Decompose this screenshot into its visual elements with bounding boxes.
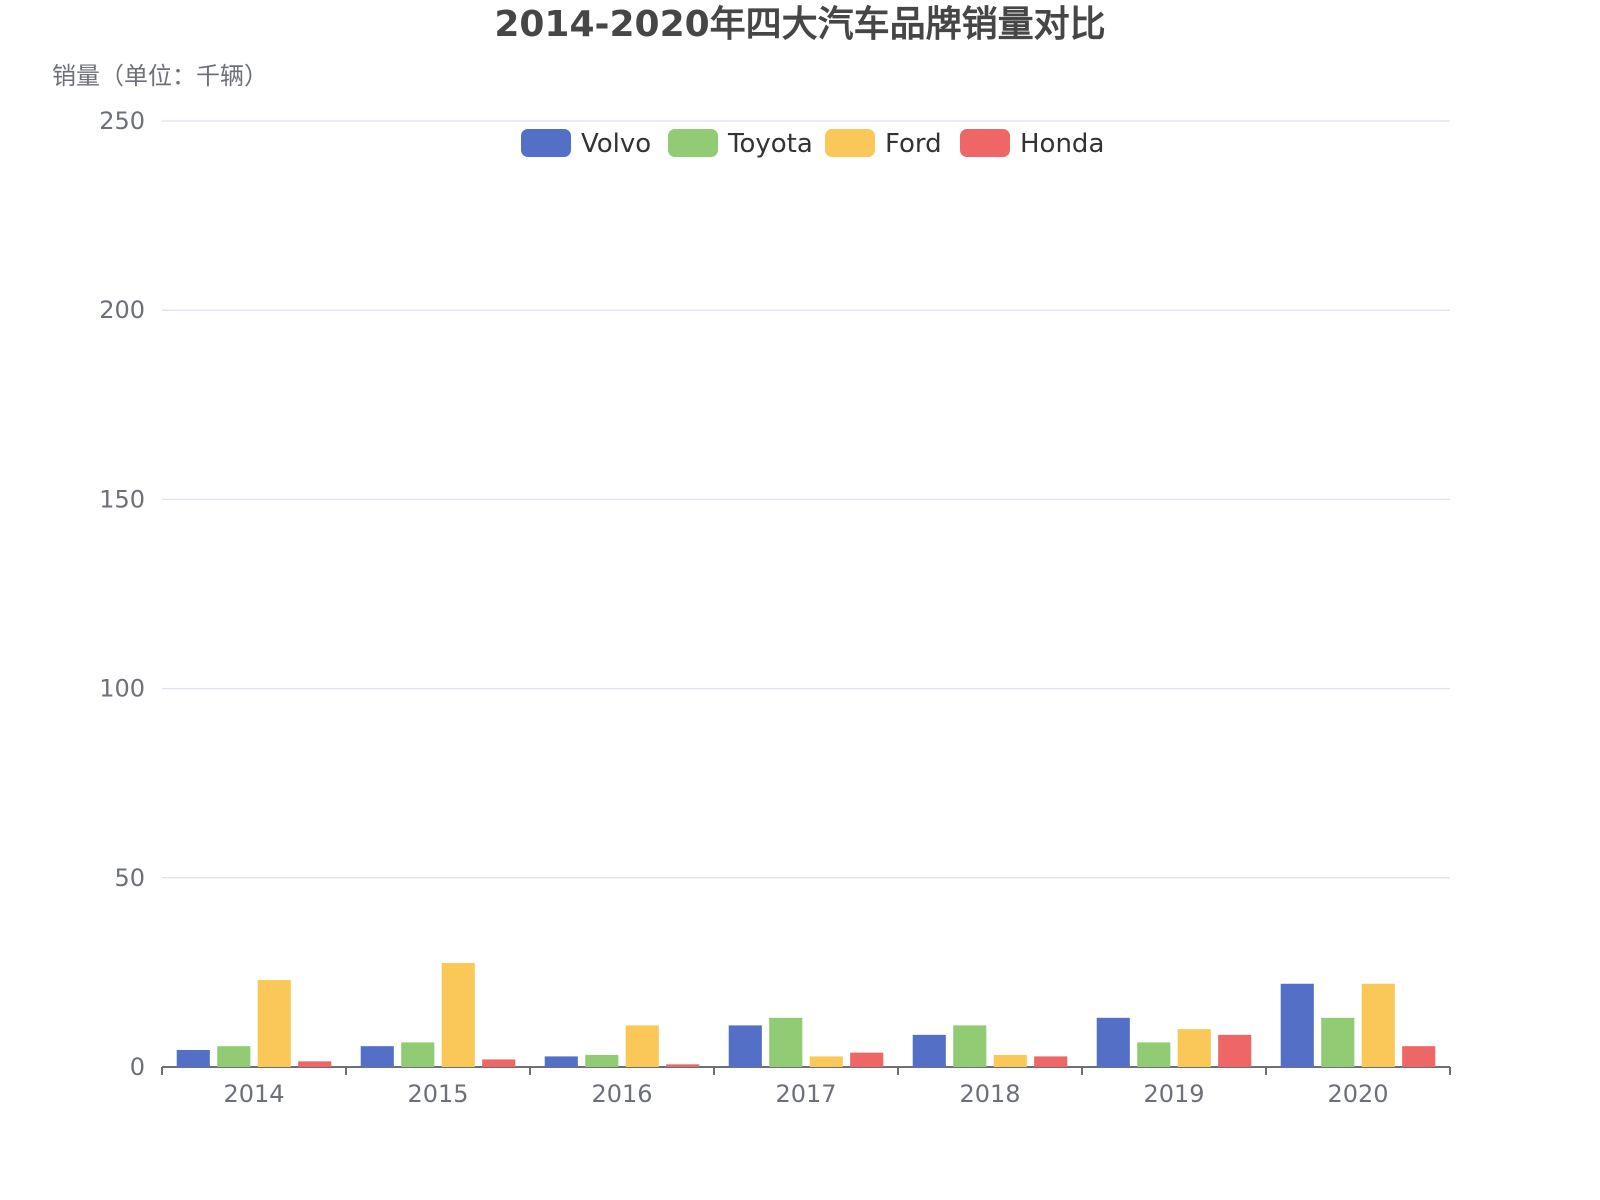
y-tick-label: 0 [130, 1053, 145, 1081]
legend-swatch [668, 129, 718, 157]
bar-volvo[interactable] [176, 1049, 210, 1067]
y-tick-label: 250 [99, 107, 145, 135]
legend[interactable]: Volvo Toyota Ford Honda [521, 129, 1104, 159]
y-axis-ticks: 0 50 100 150 200 250 [99, 107, 145, 1081]
bar-volvo[interactable] [1096, 1017, 1130, 1067]
bar-ford[interactable] [993, 1054, 1027, 1067]
bar-volvo[interactable] [360, 1046, 394, 1067]
y-tick-label: 150 [99, 485, 145, 513]
bar-honda[interactable] [1034, 1056, 1068, 1067]
bar-honda[interactable] [482, 1059, 516, 1067]
legend-item-toyota[interactable]: Toyota [668, 129, 813, 159]
chart: 2014-2020年四大汽车品牌销量对比 销量（单位：千辆） 2014 2015 2… [52, 4, 1451, 1108]
bar-toyota[interactable] [1137, 1042, 1171, 1067]
bar-toyota[interactable] [401, 1042, 435, 1067]
legend-swatch [521, 129, 571, 157]
legend-label: Ford [885, 129, 942, 159]
legend-swatch [960, 129, 1010, 157]
x-tick-label: 2017 [775, 1080, 836, 1108]
y-axis-label: 销量（单位：千辆） [52, 62, 268, 90]
bar-honda[interactable] [1218, 1034, 1252, 1067]
grid [162, 120, 1450, 879]
bar-toyota[interactable] [585, 1054, 619, 1067]
bar-ford[interactable] [441, 962, 475, 1067]
x-tick-label: 2019 [1143, 1080, 1204, 1108]
bar-toyota[interactable] [217, 1046, 251, 1067]
bar-ford[interactable] [257, 979, 291, 1067]
bar-honda[interactable] [1402, 1046, 1436, 1067]
bars [176, 962, 1436, 1067]
bar-honda[interactable] [666, 1064, 700, 1067]
x-tick-label: 2018 [959, 1080, 1020, 1108]
x-tick-label: 2015 [407, 1080, 468, 1108]
bar-volvo[interactable] [728, 1025, 762, 1067]
x-tick-label: 2016 [591, 1080, 652, 1108]
bar-honda[interactable] [850, 1052, 884, 1067]
bar-toyota[interactable] [769, 1017, 803, 1067]
bar-volvo[interactable] [912, 1034, 946, 1067]
y-tick-label: 200 [99, 296, 145, 324]
bar-ford[interactable] [625, 1025, 659, 1067]
x-axis: 2014 2015 2016 2017 2018 2019 2020 [161, 1066, 1451, 1108]
bar-toyota[interactable] [953, 1025, 987, 1067]
legend-item-ford[interactable]: Ford [825, 129, 942, 159]
legend-label: Honda [1020, 129, 1104, 159]
bar-ford[interactable] [1361, 983, 1395, 1067]
bar-ford[interactable] [1177, 1029, 1211, 1067]
legend-label: Volvo [581, 129, 651, 159]
legend-swatch [825, 129, 875, 157]
legend-item-volvo[interactable]: Volvo [521, 129, 651, 159]
bar-ford[interactable] [809, 1056, 843, 1067]
legend-item-honda[interactable]: Honda [960, 129, 1104, 159]
legend-label: Toyota [727, 129, 813, 159]
bar-toyota[interactable] [1321, 1017, 1355, 1067]
bar-honda[interactable] [298, 1061, 332, 1067]
x-tick-label: 2014 [223, 1080, 284, 1108]
chart-title: 2014-2020年四大汽车品牌销量对比 [494, 4, 1105, 45]
y-tick-label: 100 [99, 675, 145, 703]
x-tick-label: 2020 [1327, 1080, 1388, 1108]
bar-volvo[interactable] [544, 1056, 578, 1067]
y-tick-label: 50 [114, 864, 145, 892]
bar-volvo[interactable] [1280, 983, 1314, 1067]
